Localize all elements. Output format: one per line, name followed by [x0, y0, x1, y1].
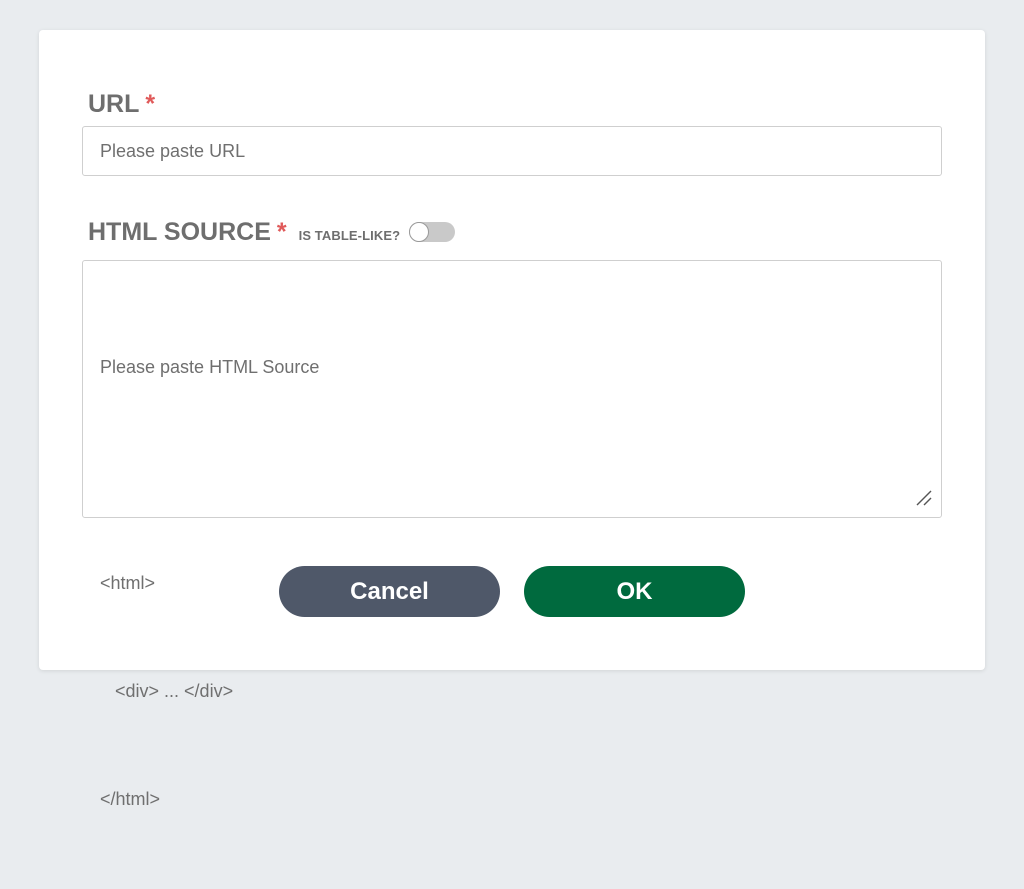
table-like-option: IS TABLE-LIKE?: [299, 222, 456, 243]
placeholder-line: </html>: [100, 789, 161, 809]
placeholder-line: [100, 457, 319, 493]
table-like-label: IS TABLE-LIKE?: [298, 227, 401, 243]
url-label-text: URL: [88, 89, 140, 118]
placeholder-line: <div> ... </div>: [100, 681, 234, 701]
table-like-toggle[interactable]: [409, 222, 456, 242]
url-input[interactable]: [82, 126, 942, 176]
html-source-textarea[interactable]: Please paste HTML Source <html> <div> ..…: [82, 260, 942, 809]
cancel-button[interactable]: Cancel: [279, 566, 500, 617]
resize-handle-icon[interactable]: [915, 489, 933, 507]
html-source-label: HTML SOURCE * IS TABLE-LIKE?: [88, 216, 456, 248]
html-source-label-text: HTML SOURCE: [88, 217, 271, 246]
html-source-required-mark: *: [276, 217, 287, 246]
import-dialog: URL * HTML SOURCE * IS TABLE-LIKE? Pleas…: [39, 30, 985, 809]
url-label: URL *: [88, 88, 155, 120]
ok-button[interactable]: OK: [524, 566, 745, 617]
placeholder-line: Please paste HTML Source: [100, 357, 320, 377]
url-required-mark: *: [145, 89, 156, 118]
toggle-knob: [409, 222, 430, 242]
